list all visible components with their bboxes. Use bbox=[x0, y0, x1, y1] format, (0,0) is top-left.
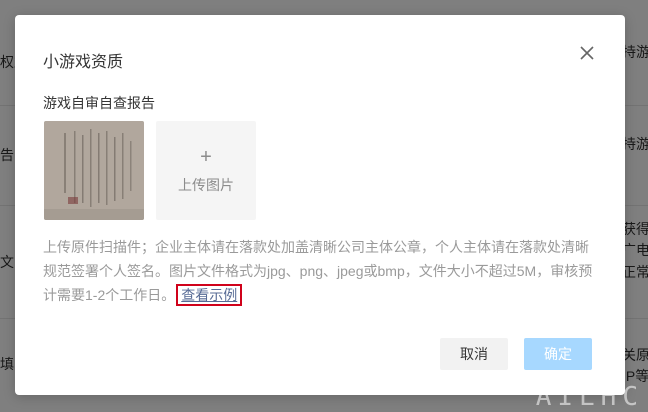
view-example-link[interactable]: 查看示例 bbox=[176, 284, 243, 306]
document-photo-image bbox=[44, 121, 144, 220]
section-label: 游戏自审自查报告 bbox=[43, 95, 155, 111]
upload-label: 上传图片 bbox=[178, 177, 234, 193]
uploaded-report-thumbnail[interactable] bbox=[44, 121, 144, 220]
confirm-button[interactable]: 确定 bbox=[524, 338, 592, 370]
instructions-text: 上传原件扫描件；企业主体请在落款处加盖清晰公司主体公章，个人主体请在落款处清晰规… bbox=[43, 239, 593, 303]
qualification-dialog: 小游戏资质 游戏自审自查报告 + 上传图片 上传原件扫描件；企业主体请在落款处加… bbox=[15, 15, 625, 395]
dialog-title: 小游戏资质 bbox=[43, 54, 124, 71]
close-icon bbox=[580, 46, 594, 60]
watermark: AILHC bbox=[535, 382, 644, 412]
cancel-button[interactable]: 取消 bbox=[440, 338, 508, 370]
close-button[interactable] bbox=[579, 45, 595, 61]
plus-icon: + bbox=[200, 146, 212, 168]
upload-image-button[interactable]: + 上传图片 bbox=[156, 121, 256, 220]
upload-instructions: 上传原件扫描件；企业主体请在落款处加盖清晰公司主体公章，个人主体请在落款处清晰规… bbox=[43, 235, 598, 307]
